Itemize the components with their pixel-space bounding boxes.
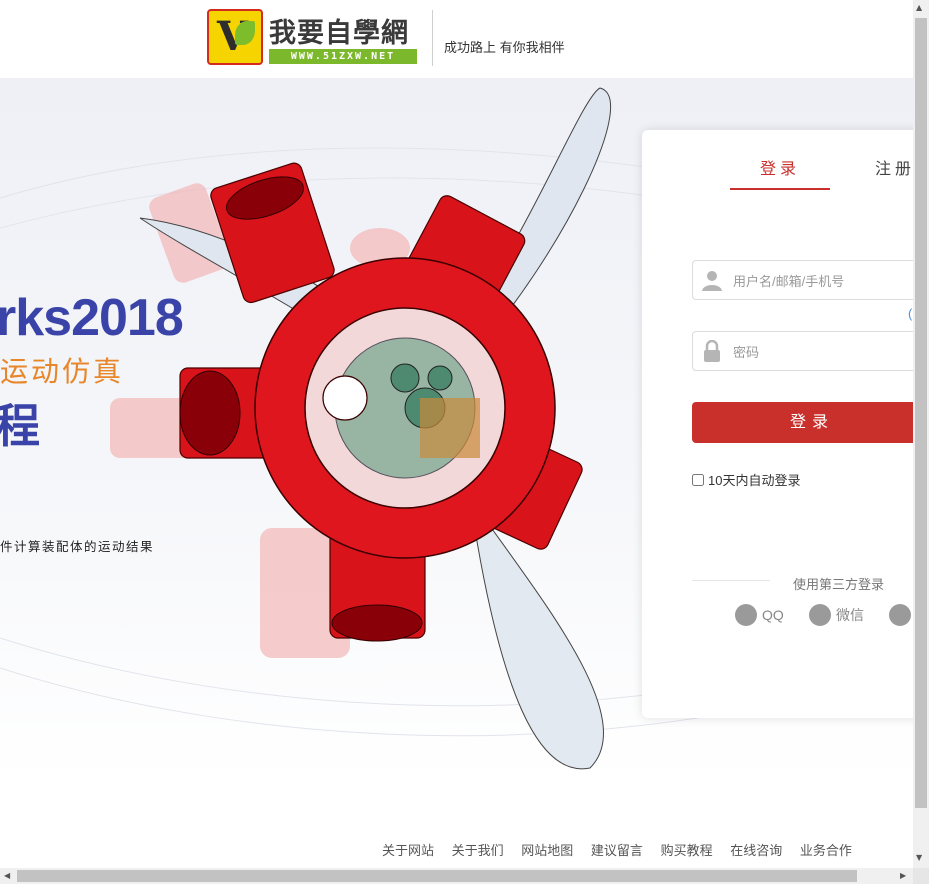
- horizontal-scroll-thumb[interactable]: [17, 870, 857, 882]
- site-header: V 我要自學網 WWW.51ZXW.NET 成功路上 有你我相伴: [0, 0, 913, 78]
- footer-link-about-site[interactable]: 关于网站: [382, 843, 434, 858]
- username-field[interactable]: [692, 260, 929, 300]
- third-party-title: 使用第三方登录: [793, 577, 885, 592]
- remember-me[interactable]: 10天内自动登录: [692, 470, 800, 489]
- password-input[interactable]: [731, 340, 925, 364]
- logo-emblem: V: [207, 9, 263, 65]
- site-logo[interactable]: V 我要自學網 WWW.51ZXW.NET: [207, 9, 417, 67]
- footer-link-consult[interactable]: 在线咨询: [730, 843, 782, 858]
- tab-register[interactable]: 注册: [875, 155, 915, 179]
- qq-icon: [735, 604, 757, 626]
- login-panel: 登录 注册 ( 登录 10天内自动登录 使用第三方登录 QQ 微信: [642, 130, 929, 718]
- footer-link-buy[interactable]: 购买教程: [661, 843, 713, 858]
- banner-big-text: 程: [0, 400, 40, 452]
- weibo-icon: [889, 604, 911, 626]
- username-input[interactable]: [731, 269, 925, 293]
- active-tab-indicator: [730, 188, 830, 190]
- wechat-login[interactable]: 微信: [809, 604, 864, 626]
- login-button[interactable]: 登录: [692, 402, 929, 443]
- header-divider: [432, 10, 433, 66]
- user-icon: [702, 271, 722, 291]
- header-slogan: 成功路上 有你我相伴: [444, 40, 565, 55]
- vertical-scroll-thumb[interactable]: [915, 18, 927, 808]
- wechat-label: 微信: [836, 607, 864, 623]
- scroll-right-icon[interactable]: ▶: [900, 871, 906, 880]
- logo-url: WWW.51ZXW.NET: [269, 49, 417, 64]
- vertical-scrollbar[interactable]: ▲ ▼: [913, 0, 929, 868]
- third-party-divider: [692, 580, 770, 581]
- footer-link-sitemap[interactable]: 网站地图: [521, 843, 573, 858]
- forgot-link[interactable]: (: [908, 306, 912, 321]
- scroll-down-icon[interactable]: ▼: [916, 853, 922, 862]
- scrollbar-corner: [913, 868, 929, 884]
- tab-login[interactable]: 登录: [760, 155, 800, 179]
- remember-checkbox[interactable]: [692, 473, 704, 486]
- scroll-left-icon[interactable]: ◀: [4, 871, 10, 880]
- lock-icon: [704, 340, 720, 362]
- banner-description: 件计算装配体的运动结果: [0, 540, 155, 554]
- footer-link-about-us[interactable]: 关于我们: [452, 843, 504, 858]
- banner-subtitle: 运动仿真: [0, 356, 125, 387]
- footer-link-feedback[interactable]: 建议留言: [591, 843, 643, 858]
- scroll-up-icon[interactable]: ▲: [916, 3, 922, 12]
- wechat-icon: [809, 604, 831, 626]
- banner-title: rks2018: [0, 289, 184, 347]
- qq-label: QQ: [762, 607, 784, 623]
- footer-link-business[interactable]: 业务合作: [800, 843, 852, 858]
- qq-login[interactable]: QQ: [735, 604, 784, 626]
- logo-text: 我要自學網: [269, 18, 409, 49]
- password-field[interactable]: [692, 331, 929, 371]
- remember-label: 10天内自动登录: [708, 473, 801, 488]
- weibo-login[interactable]: [889, 604, 916, 626]
- footer-links: 关于网站 关于我们 网站地图 建议留言 购买教程 在线咨询 业务合作: [382, 840, 866, 859]
- horizontal-scrollbar[interactable]: ◀ ▶: [0, 868, 913, 884]
